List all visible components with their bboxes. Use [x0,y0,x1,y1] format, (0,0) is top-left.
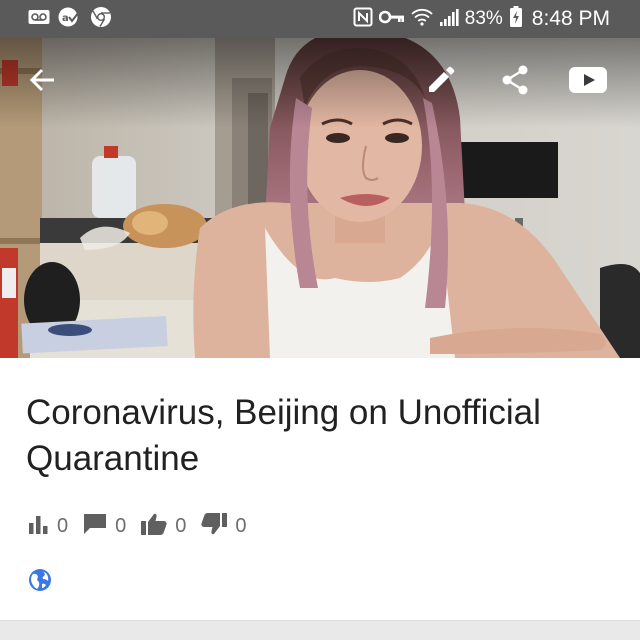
dislikes-stat: 0 [200,512,247,541]
video-title: Coronavirus, Beijing on Unofficial Quara… [26,393,541,478]
video-details-screen: a 83% 8:48 PM Coronavirus, Beijing on Un… [0,0,640,640]
comment-icon [82,512,108,541]
video-details-panel: Coronavirus, Beijing on Unofficial Quara… [0,358,640,628]
nfc-icon [353,7,373,32]
svg-text:a: a [62,13,69,24]
vpn-key-icon [378,9,405,30]
accessibility-check-icon: a [58,6,82,33]
signal-icon [439,8,459,31]
comments-stat: 0 [82,512,126,541]
status-bar: a 83% 8:48 PM [0,0,640,38]
likes-count: 0 [175,514,187,537]
video-stats-row: 0 0 0 0 [28,512,261,540]
edit-pencil-icon[interactable] [420,60,460,100]
likes-stat: 0 [140,512,186,541]
views-stat: 0 [28,514,68,539]
video-thumbnail[interactable] [0,38,640,358]
bar-chart-icon [28,514,50,539]
dislikes-count: 0 [235,514,247,537]
comments-count: 0 [115,514,127,537]
thumbs-down-icon [200,512,228,541]
voicemail-icon [28,9,50,30]
chrome-icon [90,6,112,33]
share-icon[interactable] [495,60,535,100]
youtube-icon[interactable] [568,60,608,100]
clock: 8:48 PM [531,7,610,30]
thumbs-up-icon [140,512,168,541]
status-bar-left-icons: a [28,6,112,33]
battery-percent: 83% [464,8,503,29]
wifi-icon [411,8,433,31]
status-bar-right-icons: 83% 8:48 PM [353,0,610,38]
back-arrow-icon[interactable] [22,60,62,100]
views-count: 0 [57,514,69,537]
next-card-edge [0,620,640,640]
video-top-toolbar [0,38,640,128]
battery-charging-icon [509,5,523,33]
globe-public-icon[interactable] [28,568,52,592]
